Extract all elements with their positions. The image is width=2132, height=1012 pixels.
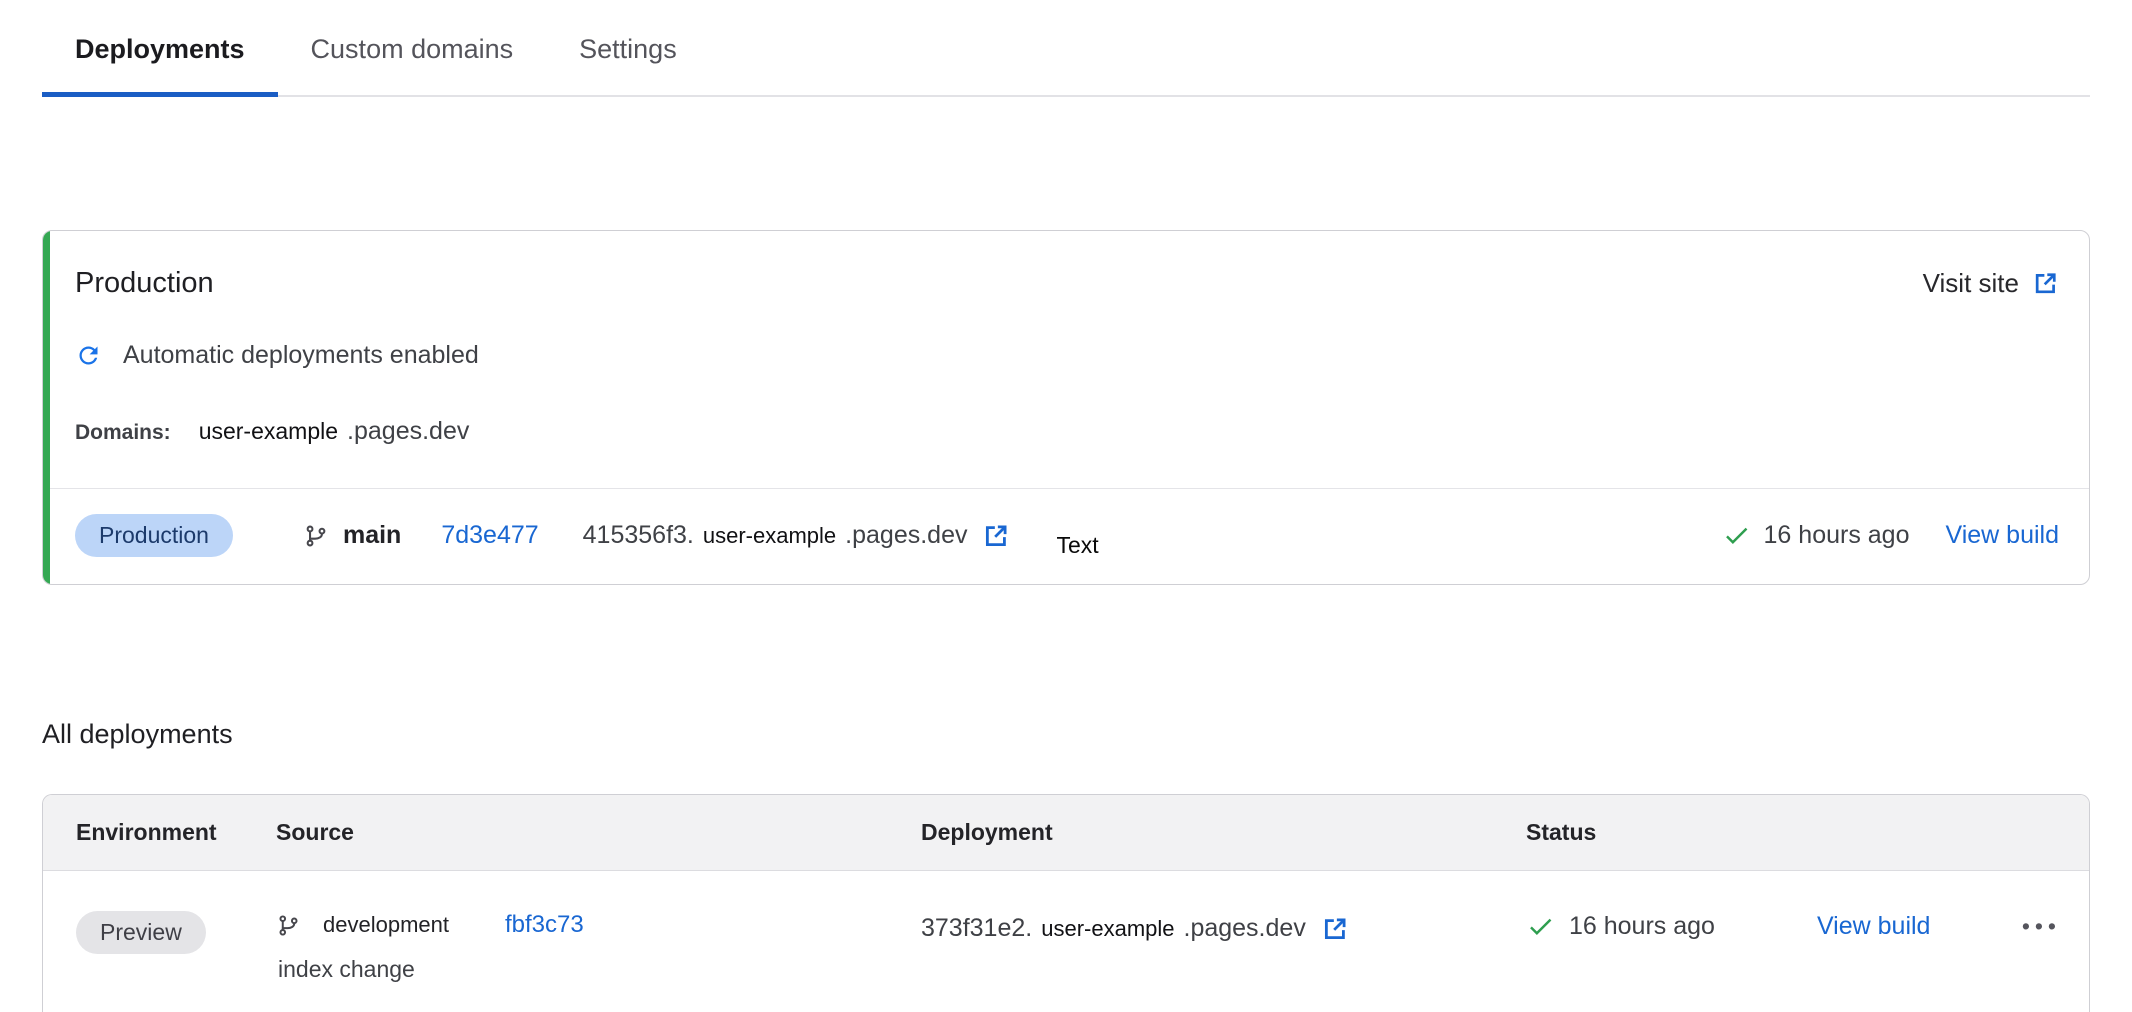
tabbar: Deployments Custom domains Settings — [42, 0, 2090, 97]
deployment-url-name: user-example — [703, 523, 836, 549]
external-link-icon — [2032, 270, 2059, 297]
production-card-title: Production — [75, 267, 214, 300]
production-badge: Production — [75, 514, 233, 557]
check-icon — [1526, 912, 1555, 941]
column-deployment: Deployment — [921, 819, 1526, 846]
deployments-table: Environment Source Deployment Status Pre… — [42, 794, 2090, 1012]
domain-suffix: .pages.dev — [347, 417, 469, 446]
external-link-icon[interactable] — [982, 522, 1010, 550]
deployment-time: 16 hours ago — [1764, 521, 1910, 550]
column-source: Source — [276, 819, 921, 846]
preview-badge: Preview — [76, 911, 206, 954]
deployment-url: 373f31e2. user-example .pages.dev — [921, 914, 1526, 943]
commit-link[interactable]: 7d3e477 — [441, 521, 538, 550]
domains-row: Domains: user-example .pages.dev — [75, 417, 2059, 446]
deployment-time: 16 hours ago — [1569, 912, 1715, 941]
deployment-url: 415356f3. user-example .pages.dev — [583, 521, 1011, 550]
branch-name: development — [323, 912, 449, 938]
view-build-link[interactable]: View build — [1945, 521, 2059, 550]
deployment-url-suffix: .pages.dev — [845, 521, 967, 550]
column-status: Status — [1526, 819, 2089, 846]
commit-message: index change — [278, 956, 921, 983]
annotation-text: Text — [1056, 532, 1098, 559]
deployment-url-name: user-example — [1041, 916, 1174, 942]
git-branch-icon — [276, 913, 301, 938]
column-environment: Environment — [76, 819, 276, 846]
visit-site-label: Visit site — [1923, 268, 2019, 299]
tab-custom-domains[interactable]: Custom domains — [278, 0, 547, 95]
domains-label: Domains: — [75, 421, 171, 445]
tab-deployments[interactable]: Deployments — [42, 0, 278, 97]
production-accent-bar — [43, 231, 50, 584]
domain-name: user-example — [199, 418, 338, 445]
table-header-row: Environment Source Deployment Status — [43, 795, 2089, 871]
visit-site-link[interactable]: Visit site — [1923, 268, 2059, 299]
external-link-icon[interactable] — [1321, 915, 1349, 943]
production-card: Production Visit site Automatic deploym — [42, 230, 2090, 585]
branch-name: main — [343, 521, 401, 550]
deployment-url-prefix: 415356f3. — [583, 521, 694, 550]
deployment-url-suffix: .pages.dev — [1184, 914, 1306, 943]
table-row: Preview development fbf3c73 index change — [43, 871, 2089, 1012]
commit-link[interactable]: fbf3c73 — [505, 911, 584, 939]
git-branch-icon — [303, 523, 329, 549]
tab-settings[interactable]: Settings — [546, 0, 710, 95]
deployment-url-prefix: 373f31e2. — [921, 914, 1032, 943]
auto-deployments-text: Automatic deployments enabled — [123, 341, 479, 370]
all-deployments-title: All deployments — [42, 719, 2132, 750]
view-build-link[interactable]: View build — [1817, 912, 1931, 941]
check-icon — [1722, 521, 1751, 550]
refresh-icon — [75, 342, 102, 369]
production-deployment-row: Production main 7d3e477 415356f3. user-e… — [43, 488, 2089, 584]
row-menu-button[interactable]: ••• — [2022, 911, 2061, 941]
